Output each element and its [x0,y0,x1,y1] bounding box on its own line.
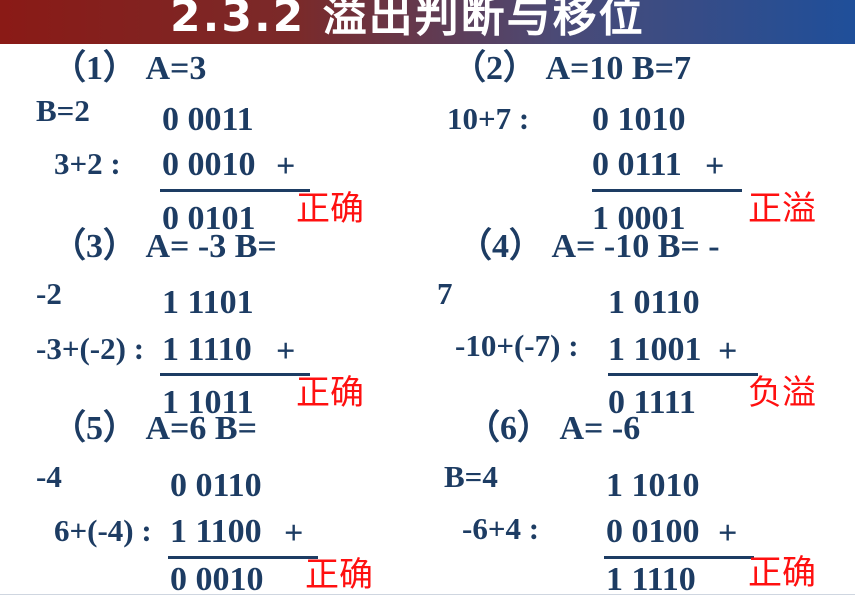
problem-header: （4） A= -10 B= - [458,228,720,265]
problem-wrap: 7 [437,276,453,311]
sum-rule [160,189,310,192]
verdict-label: 正溢 [748,189,816,229]
expression: -10+(-7) : [455,328,579,363]
operand-1: 0 0011 [162,101,254,138]
sum-result: 1 1110 [606,561,696,598]
sum-result: 0 0010 [170,561,264,598]
slide-bottom-edge [0,594,855,609]
operand-2: 0 0111 [592,146,682,183]
problem-wrap: -2 [36,276,62,311]
problem-header: （1） A=3 [52,50,207,87]
slide-title: 2.3.2 溢出判断与移位 [170,0,645,42]
verdict-label: 正确 [305,555,373,595]
sum-rule [604,556,754,559]
expression: 6+(-4) : [54,513,152,548]
operand-1: 1 1101 [162,284,254,321]
operand-2: 1 1001 [608,331,702,368]
verdict-label: 正确 [748,553,816,593]
problem-header: （2） A=10 B=7 [452,50,691,87]
plus-sign: + [705,148,725,185]
problem-wrap: B=4 [444,459,498,494]
sum-rule [160,373,310,376]
plus-sign: + [276,148,296,185]
plus-sign: + [276,333,296,370]
operand-2: 0 0100 [606,513,700,550]
operand-1: 1 1010 [606,467,700,504]
expression: 3+2 : [54,146,121,181]
operand-1: 1 0110 [608,284,700,321]
problem-header: （5） A=6 B= [52,410,257,447]
problem-header: （3） A= -3 B= [52,228,277,265]
plus-sign: + [718,515,738,552]
operand-2: 1 1110 [162,331,252,368]
expression: -6+4 : [462,511,540,546]
verdict-label: 负溢 [748,373,816,413]
sum-rule [592,189,742,192]
operand-2: 0 0010 [162,146,256,183]
expression: -3+(-2) : [36,331,145,366]
plus-sign: + [284,515,304,552]
problem-wrap: -4 [36,459,62,494]
problem-header: （6） A= -6 [466,410,641,447]
title-bar: 2.3.2 溢出判断与移位 [0,0,855,44]
problem-wrap: B=2 [36,93,90,128]
sum-rule [608,373,758,376]
verdict-label: 正确 [296,189,364,229]
verdict-label: 正确 [296,373,364,413]
operand-2: 1 1100 [170,513,262,550]
sum-rule [168,556,318,559]
plus-sign: + [718,333,738,370]
operand-1: 0 0110 [170,467,262,504]
operand-1: 0 1010 [592,101,686,138]
expression: 10+7 : [447,101,530,136]
